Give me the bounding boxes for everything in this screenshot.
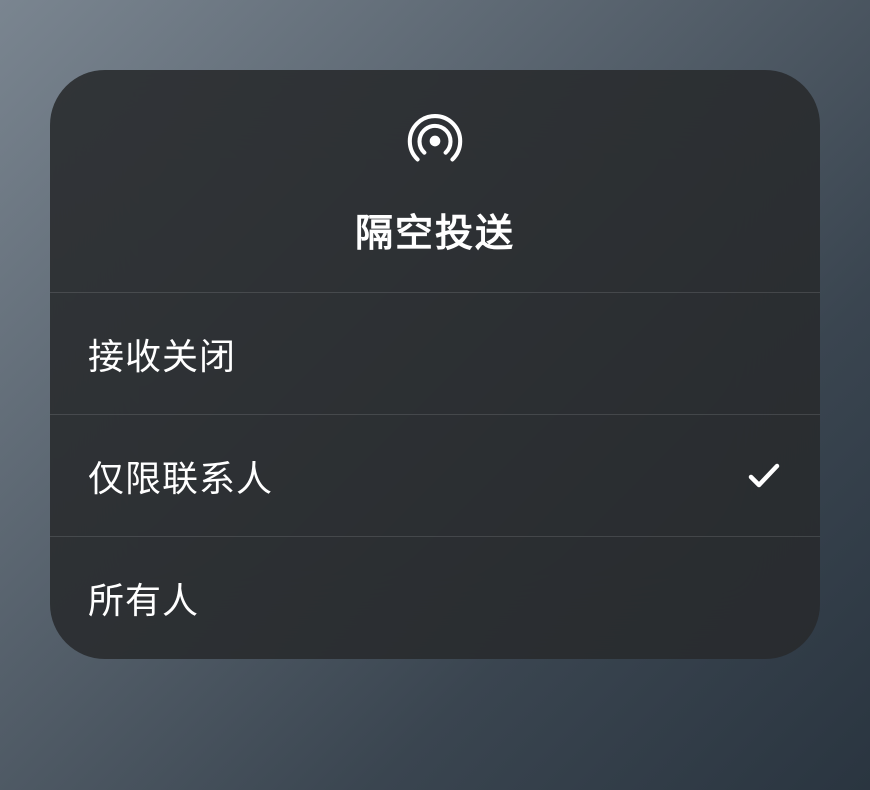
options-list: 接收关闭 仅限联系人 所有人 — [50, 293, 820, 659]
panel-header: 隔空投送 — [50, 70, 820, 293]
option-everyone[interactable]: 所有人 — [50, 537, 820, 659]
airdrop-panel: 隔空投送 接收关闭 仅限联系人 所有人 — [50, 70, 820, 659]
option-label: 接收关闭 — [88, 328, 236, 380]
panel-title: 隔空投送 — [355, 202, 515, 257]
airdrop-icon — [404, 110, 466, 177]
option-contacts-only[interactable]: 仅限联系人 — [50, 415, 820, 537]
option-label: 仅限联系人 — [88, 450, 273, 502]
checkmark-icon — [746, 458, 782, 494]
option-label: 所有人 — [88, 572, 199, 624]
option-receiving-off[interactable]: 接收关闭 — [50, 293, 820, 415]
